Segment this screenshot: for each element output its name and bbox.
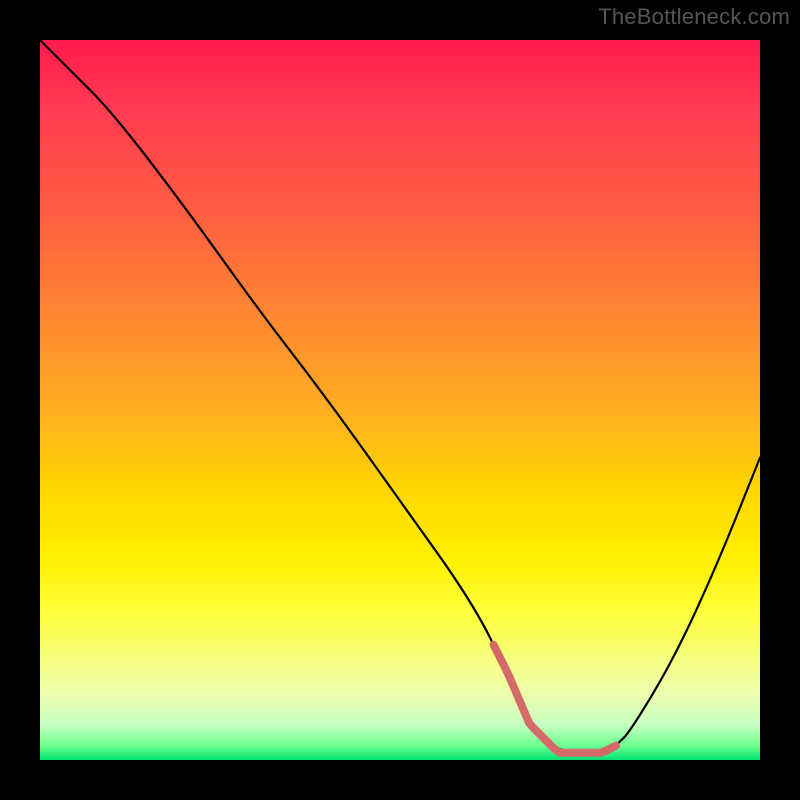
chart-frame: TheBottleneck.com bbox=[0, 0, 800, 800]
highlight-segment bbox=[494, 645, 616, 753]
plot-area bbox=[40, 40, 760, 760]
watermark-text: TheBottleneck.com bbox=[598, 4, 790, 30]
bottleneck-curve bbox=[40, 40, 760, 753]
chart-svg bbox=[40, 40, 760, 760]
